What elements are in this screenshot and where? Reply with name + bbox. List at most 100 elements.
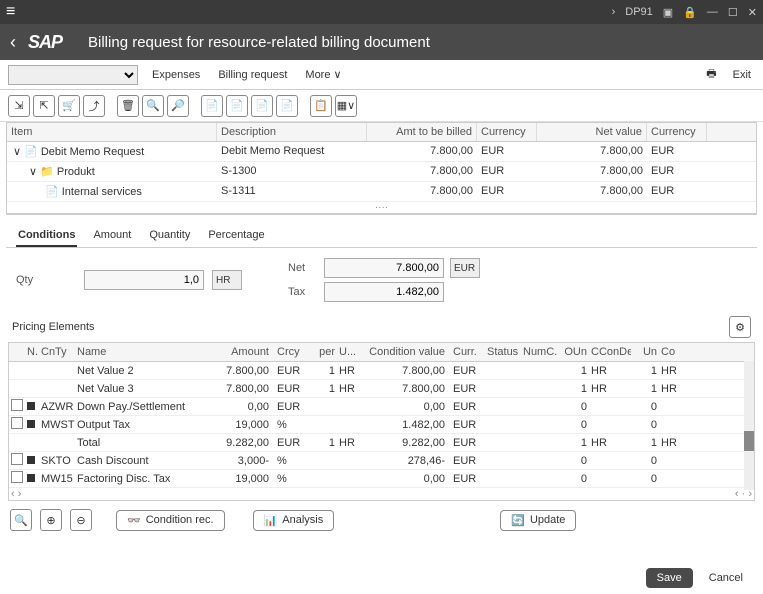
doc4-icon[interactable]: 📄 <box>276 95 298 117</box>
col-status[interactable]: Status <box>485 343 521 361</box>
pricing-row[interactable]: SKTOCash Discount3,000-%278,46-EUR00 <box>9 452 754 470</box>
remove-icon[interactable]: ⊖ <box>70 509 92 531</box>
tab-amount[interactable]: Amount <box>91 225 133 247</box>
col-cnty[interactable]: CnTy <box>39 343 75 361</box>
qty-net-tax-row: Qty HR Net EUR Tax <box>0 248 763 312</box>
chart-icon: 📊 <box>264 514 278 527</box>
pricing-row[interactable]: MWSTOutput Tax19,000%1.482,00EUR00 <box>9 416 754 434</box>
tab-quantity[interactable]: Quantity <box>147 225 192 247</box>
collapse-all-icon[interactable]: ⇱ <box>33 95 55 117</box>
pricing-title: Pricing Elements <box>12 321 95 333</box>
tax-input[interactable] <box>324 282 444 302</box>
print-icon[interactable]: 🖶 <box>706 65 716 84</box>
chevron-down-icon: ∨ <box>334 69 342 81</box>
add-icon[interactable]: ⊕ <box>40 509 62 531</box>
layout-icon[interactable]: ▦∨ <box>335 95 357 117</box>
tab-percentage[interactable]: Percentage <box>206 225 266 247</box>
close-icon[interactable]: ✕ <box>748 6 757 19</box>
net-label: Net <box>288 262 318 274</box>
item-tree-table: Item Description Amt to be billed Curren… <box>6 122 757 215</box>
doc1-icon[interactable]: 📄 <box>201 95 223 117</box>
expand-all-icon[interactable]: ⇲ <box>8 95 30 117</box>
lock-icon[interactable]: 🔒 <box>683 6 697 19</box>
net-currency: EUR <box>450 258 480 278</box>
cart-down-icon[interactable]: 🛒 <box>58 95 80 117</box>
more-rows-indicator: ···· <box>7 202 756 214</box>
tab-conditions[interactable]: Conditions <box>16 225 77 247</box>
col-net[interactable]: Net value <box>537 123 647 141</box>
col-cconde[interactable]: CConDe <box>589 343 631 361</box>
delete-icon[interactable]: 🗑 <box>117 95 139 117</box>
cart-up-icon[interactable]: ⤴ <box>83 95 105 117</box>
play-icon[interactable]: ▣ <box>663 6 673 19</box>
condition-rec-button[interactable]: 👓Condition rec. <box>116 510 225 531</box>
col-cur2[interactable]: Currency <box>647 123 707 141</box>
tree-row[interactable]: ∨ 📄 Debit Memo RequestDebit Memo Request… <box>7 142 756 162</box>
col-curr[interactable]: Curr. <box>451 343 485 361</box>
back-button[interactable]: ‹ <box>10 32 16 53</box>
col-crcy[interactable]: Crcy <box>275 343 309 361</box>
billing-request-link[interactable]: Billing request <box>214 69 291 81</box>
nav-chevron-icon[interactable]: › <box>612 6 616 18</box>
pricing-row[interactable]: Total9.282,00EUR1HR9.282,00EUR1HR1HR <box>9 434 754 452</box>
search-next-icon[interactable]: 🔎 <box>167 95 189 117</box>
col-un[interactable]: Un <box>631 343 659 361</box>
doc2-icon[interactable]: 📄 <box>226 95 248 117</box>
sap-logo: SAP <box>28 32 62 53</box>
col-amt[interactable]: Amt to be billed <box>367 123 477 141</box>
update-button[interactable]: 🔄Update <box>500 510 576 531</box>
more-menu[interactable]: More ∨ <box>301 68 345 81</box>
gear-icon[interactable]: ⚙ <box>729 316 751 338</box>
tree-row[interactable]: ∨ 📁 ProduktS-13007.800,00EUR7.800,00EUR <box>7 162 756 182</box>
exit-link[interactable]: Exit <box>729 69 755 81</box>
pricing-row[interactable]: AZWRDown Pay./Settlement0,00EUR0,00EUR00 <box>9 398 754 416</box>
qty-unit[interactable]: HR <box>212 270 242 290</box>
icon-toolbar: ⇲ ⇱ 🛒 ⤴ 🗑 🔍 🔎 📄 📄 📄 📄 📋 ▦∨ <box>0 90 763 122</box>
pricing-elements-header: Pricing Elements ⚙ <box>0 312 763 342</box>
col-u[interactable]: U... <box>337 343 361 361</box>
detail-tabs: Conditions Amount Quantity Percentage <box>6 219 757 248</box>
expenses-link[interactable]: Expenses <box>148 69 204 81</box>
col-item[interactable]: Item <box>7 123 217 141</box>
col-numc[interactable]: NumC... <box>521 343 557 361</box>
col-name[interactable]: Name <box>75 343 195 361</box>
cancel-button[interactable]: Cancel <box>699 568 753 588</box>
variant-select[interactable] <box>8 65 138 85</box>
menu-icon[interactable]: ≡ <box>6 3 15 21</box>
pricing-header-row: N.. CnTy Name Amount Crcy per U... Condi… <box>9 343 754 362</box>
col-desc[interactable]: Description <box>217 123 367 141</box>
footer-buttons: Save Cancel <box>646 568 753 588</box>
maximize-icon[interactable]: ☐ <box>728 6 738 19</box>
col-n[interactable]: N.. <box>25 343 39 361</box>
window-titlebar: ≡ › DP91 ▣ 🔒 — ☐ ✕ <box>0 0 763 24</box>
app-header: ‹ SAP Billing request for resource-relat… <box>0 24 763 60</box>
qty-input[interactable] <box>84 270 204 290</box>
pricing-table: N.. CnTy Name Amount Crcy per U... Condi… <box>8 342 755 501</box>
col-condition-value[interactable]: Condition value <box>361 343 451 361</box>
col-co[interactable]: Co <box>659 343 681 361</box>
zoom-icon[interactable]: 🔍 <box>10 509 32 531</box>
minimize-icon[interactable]: — <box>707 6 718 18</box>
pricing-row[interactable]: Net Value 37.800,00EUR1HR7.800,00EUR1HR1… <box>9 380 754 398</box>
pricing-row[interactable]: Net Value 27.800,00EUR1HR7.800,00EUR1HR1… <box>9 362 754 380</box>
analysis-label: Analysis <box>282 514 323 526</box>
analysis-button[interactable]: 📊 Analysis <box>253 510 335 531</box>
pricing-row[interactable]: MW15Factoring Disc. Tax19,000%0,00EUR00 <box>9 470 754 488</box>
search-icon[interactable]: 🔍 <box>142 95 164 117</box>
more-label: More <box>305 69 330 81</box>
v-scrollbar[interactable] <box>744 361 754 490</box>
tree-row[interactable]: 📄 Internal servicesS-13117.800,00EUR7.80… <box>7 182 756 202</box>
pricing-toolbar: 🔍 ⊕ ⊖ 👓Condition rec. 📊 Analysis 🔄Update <box>0 501 763 539</box>
col-oun[interactable]: OUn <box>557 343 589 361</box>
col-per[interactable]: per <box>309 343 337 361</box>
h-scrollbar[interactable]: ‹ ›‹ · › <box>9 488 754 500</box>
main-toolbar: Expenses Billing request More ∨ 🖶 Exit <box>0 60 763 90</box>
tree-header: Item Description Amt to be billed Curren… <box>7 123 756 142</box>
col-amount[interactable]: Amount <box>195 343 275 361</box>
col-cur[interactable]: Currency <box>477 123 537 141</box>
save-button[interactable]: Save <box>646 568 693 588</box>
clipboard-icon[interactable]: 📋 <box>310 95 332 117</box>
doc3-icon[interactable]: 📄 <box>251 95 273 117</box>
qty-label: Qty <box>16 274 76 286</box>
net-input[interactable] <box>324 258 444 278</box>
